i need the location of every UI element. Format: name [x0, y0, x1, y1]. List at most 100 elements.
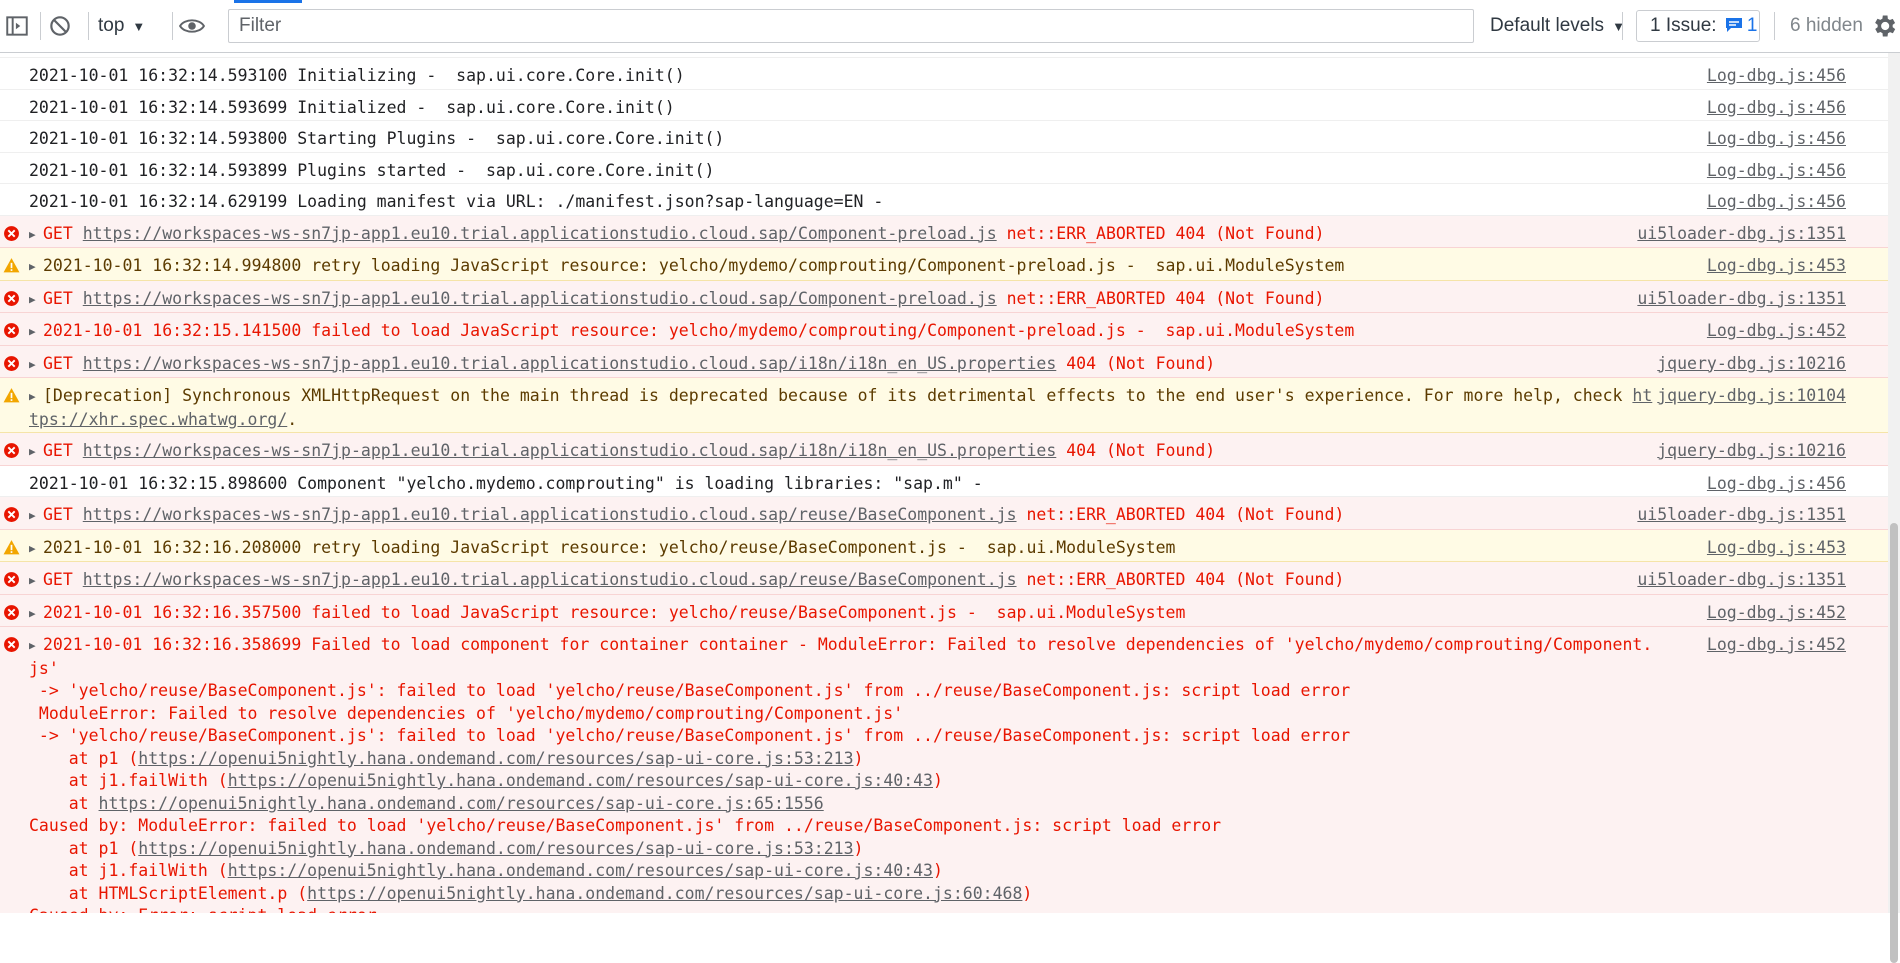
- stack-line: at HTMLScriptElement.p (https://openui5n…: [29, 883, 1888, 906]
- stack-text: at j1.failWith (: [29, 861, 228, 880]
- sidebar-toggle-icon[interactable]: [4, 13, 30, 39]
- error-icon: [4, 290, 19, 306]
- stack-line: at j1.failWith (https://openui5nightly.h…: [29, 770, 1888, 793]
- context-selector-label: top: [98, 15, 125, 36]
- console-message-info: 2021-10-01 16:32:14.629199 Loading manif…: [0, 184, 1888, 216]
- source-link[interactable]: Log-dbg.js:456: [1707, 65, 1846, 88]
- source-link[interactable]: ui5loader-dbg.js:1351: [1637, 504, 1846, 527]
- hidden-messages-count: 6 hidden: [1790, 15, 1863, 36]
- message-url-link[interactable]: https://workspaces-ws-sn7jp-app1.eu10.tr…: [83, 441, 1057, 460]
- live-expression-icon[interactable]: [177, 13, 207, 39]
- source-link[interactable]: Log-dbg.js:456: [1707, 191, 1846, 214]
- console-message-error: ▶ GET https://workspaces-ws-sn7jp-app1.eu…: [0, 433, 1888, 466]
- source-link[interactable]: Log-dbg.js:456: [1707, 128, 1846, 151]
- message-tail: net::ERR_ABORTED 404 (Not Found): [996, 223, 1325, 243]
- filter-input[interactable]: [228, 9, 1474, 43]
- source-link[interactable]: Log-dbg.js:452: [1707, 320, 1846, 343]
- expand-triangle-icon[interactable]: ▶: [29, 256, 43, 279]
- toolbar-separator: [1774, 12, 1775, 40]
- expand-triangle-icon[interactable]: ▶: [29, 354, 43, 377]
- expand-triangle-icon[interactable]: ▶: [29, 570, 43, 593]
- warning-icon: [3, 258, 20, 273]
- console-message-info: 2021-10-01 16:32:14.593699 Initialized -…: [0, 89, 1888, 121]
- stack-text: ): [933, 771, 943, 790]
- expand-triangle-icon[interactable]: ▶: [29, 441, 43, 464]
- message-body: 2021-10-01 16:32:16.357500 failed to loa…: [43, 602, 1186, 622]
- request-method: GET: [43, 505, 73, 524]
- console-message-list: 2021-10-01 16:32:14.593100 Initializing …: [0, 53, 1888, 913]
- message-text: 2021-10-01 16:32:14.593800 Starting Plug…: [29, 128, 1658, 151]
- expand-triangle-icon[interactable]: ▶: [29, 321, 43, 344]
- stack-line: -> 'yelcho/reuse/BaseComponent.js': fail…: [29, 680, 1888, 703]
- message-text: 2021-10-01 16:32:14.593699 Initialized -…: [29, 97, 1658, 120]
- stack-url-link[interactable]: https://openui5nightly.hana.ondemand.com…: [138, 839, 853, 858]
- message-url-link[interactable]: https://workspaces-ws-sn7jp-app1.eu10.tr…: [83, 224, 997, 243]
- stack-url-link[interactable]: https://openui5nightly.hana.ondemand.com…: [228, 861, 933, 880]
- issue-message-icon: [1725, 18, 1742, 32]
- error-headline: 2021-10-01 16:32:16.358699 Failed to loa…: [29, 635, 1653, 678]
- source-link[interactable]: Log-dbg.js:452: [1707, 634, 1846, 657]
- source-link[interactable]: ui5loader-dbg.js:1351: [1637, 223, 1846, 246]
- source-link[interactable]: jquery-dbg.js:10216: [1657, 440, 1846, 463]
- source-link[interactable]: Log-dbg.js:456: [1707, 97, 1846, 120]
- source-link[interactable]: Log-dbg.js:453: [1707, 537, 1846, 560]
- message-tail: 404 (Not Found): [1056, 441, 1216, 460]
- stack-line: -> 'yelcho/reuse/BaseComponent.js': fail…: [29, 725, 1888, 748]
- console-message-error: ▶ GET https://workspaces-ws-sn7jp-app1.eu…: [0, 345, 1888, 378]
- message-url-link[interactable]: https://workspaces-ws-sn7jp-app1.eu10.tr…: [83, 354, 1057, 373]
- stack-text: Caused by: Error: script load error: [29, 906, 377, 913]
- source-link[interactable]: Log-dbg.js:456: [1707, 473, 1846, 496]
- expand-triangle-icon[interactable]: ▶: [29, 289, 43, 312]
- message-text: 2021-10-01 16:32:15.898600 Component "ye…: [29, 473, 1658, 496]
- stack-url-link[interactable]: https://openui5nightly.hana.ondemand.com…: [99, 794, 824, 813]
- message-text: 2021-10-01 16:32:14.629199 Loading manif…: [29, 191, 1658, 214]
- source-link[interactable]: Log-dbg.js:456: [1707, 160, 1846, 183]
- source-link[interactable]: Log-dbg.js:452: [1707, 602, 1846, 625]
- gear-icon[interactable]: [1870, 12, 1898, 40]
- stack-line: at p1 (https://openui5nightly.hana.ondem…: [29, 838, 1888, 861]
- error-icon: [4, 323, 19, 338]
- expand-triangle-icon[interactable]: ▶: [29, 386, 43, 409]
- expand-triangle-icon[interactable]: ▶: [29, 635, 43, 658]
- clear-console-icon[interactable]: [47, 13, 73, 39]
- stack-text: at j1.failWith (: [29, 771, 228, 790]
- source-link[interactable]: jquery-dbg.js:10104: [1657, 385, 1846, 408]
- request-method: GET: [43, 288, 73, 308]
- expand-triangle-icon[interactable]: ▶: [29, 224, 43, 247]
- error-icon: [4, 355, 19, 371]
- console-message-error: ▶ 2021-10-01 16:32:16.358699 Failed to lo…: [0, 627, 1888, 913]
- stack-url-link[interactable]: https://openui5nightly.hana.ondemand.com…: [228, 771, 933, 790]
- stack-url-link[interactable]: https://openui5nightly.hana.ondemand.com…: [138, 749, 853, 768]
- stack-text: ): [853, 838, 864, 858]
- source-link[interactable]: Log-dbg.js:453: [1707, 255, 1846, 278]
- issues-button[interactable]: 1 Issue: 1: [1636, 10, 1760, 42]
- expand-triangle-icon[interactable]: ▶: [29, 603, 43, 626]
- stack-text: ): [853, 748, 864, 768]
- message-url-link[interactable]: https://workspaces-ws-sn7jp-app1.eu10.tr…: [83, 289, 997, 308]
- source-link[interactable]: ui5loader-dbg.js:1351: [1637, 288, 1846, 311]
- log-levels-dropdown[interactable]: Default levels ▼: [1490, 12, 1625, 40]
- source-link[interactable]: jquery-dbg.js:10216: [1657, 353, 1846, 376]
- caret-down-icon: ▼: [132, 19, 146, 34]
- expand-triangle-icon[interactable]: ▶: [29, 505, 43, 528]
- warning-icon: [3, 388, 20, 403]
- scrollbar-thumb[interactable]: [1890, 523, 1898, 963]
- stack-text: Caused by: ModuleError: failed to load '…: [29, 816, 1222, 835]
- message-text: ▶ 2021-10-01 16:32:14.994800 retry loadin…: [29, 255, 1658, 279]
- message-tail: 404 (Not Found): [1056, 353, 1216, 373]
- message-body: 2021-10-01 16:32:14.629199 Loading manif…: [29, 192, 884, 211]
- message-url-link[interactable]: https://workspaces-ws-sn7jp-app1.eu10.tr…: [83, 505, 1017, 524]
- message-body: 2021-10-01 16:32:15.141500 failed to loa…: [43, 321, 1355, 340]
- stack-url-link[interactable]: https://openui5nightly.hana.ondemand.com…: [307, 884, 1022, 903]
- message-text: ▶ GET https://workspaces-ws-sn7jp-app1.eu…: [29, 569, 1658, 593]
- context-selector[interactable]: top ▼: [98, 12, 145, 40]
- message-url-link[interactable]: https://workspaces-ws-sn7jp-app1.eu10.tr…: [83, 570, 1017, 589]
- console-message-error: ▶ GET https://workspaces-ws-sn7jp-app1.eu…: [0, 280, 1888, 313]
- stack-text: at p1 (: [29, 748, 139, 768]
- request-method: GET: [43, 441, 73, 460]
- stack-text: at: [29, 793, 99, 813]
- error-icon: [4, 637, 19, 652]
- source-link[interactable]: ui5loader-dbg.js:1351: [1637, 569, 1846, 592]
- expand-triangle-icon[interactable]: ▶: [29, 538, 43, 561]
- console-scrollbar[interactable]: [1888, 53, 1900, 963]
